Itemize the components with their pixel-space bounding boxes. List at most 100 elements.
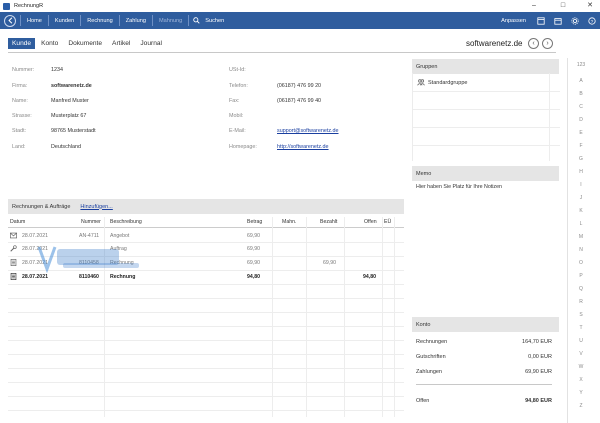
grid-line bbox=[382, 217, 383, 417]
cell-nummer: AN-4711 bbox=[79, 233, 100, 239]
help-icon[interactable]: ? bbox=[583, 12, 600, 29]
customize-button[interactable]: Anpassen bbox=[501, 18, 526, 24]
previous-customer-button[interactable]: ‹ bbox=[528, 38, 539, 49]
alpha-index-o[interactable]: O bbox=[568, 260, 594, 266]
calendar-icon[interactable] bbox=[549, 12, 566, 29]
col-bezahlt[interactable]: Bezahlt bbox=[320, 219, 337, 225]
grid-line bbox=[8, 354, 404, 355]
alpha-index-d[interactable]: D bbox=[568, 117, 594, 123]
col-eue[interactable]: EÜ bbox=[384, 219, 391, 225]
cell-bezahlt: 69,90 bbox=[323, 260, 336, 266]
alphabet-index: 123 A B C D E F G H I J K L M N O P Q R … bbox=[567, 58, 593, 423]
group-icon bbox=[417, 79, 425, 86]
homepage-link[interactable]: http://softwarenetz.de bbox=[277, 144, 329, 150]
konto-label: Gutschriften bbox=[416, 354, 446, 360]
minimize-button[interactable]: – bbox=[526, 0, 542, 12]
grid-line bbox=[413, 91, 560, 92]
grid-line bbox=[306, 217, 307, 417]
col-betrag[interactable]: Betrag bbox=[247, 219, 262, 225]
menu-item-home[interactable]: Home bbox=[25, 18, 44, 24]
tab-dokumente[interactable]: Dokumente bbox=[64, 38, 106, 49]
konto-label: Offen bbox=[416, 398, 430, 404]
field-value[interactable]: 98765 Musterstadt bbox=[51, 128, 96, 134]
field-value[interactable]: softwarenetz.de bbox=[51, 83, 92, 89]
alpha-index-g[interactable]: G bbox=[568, 156, 594, 162]
window-icon[interactable] bbox=[532, 12, 549, 29]
email-link[interactable]: support@softwarenetz.de bbox=[277, 128, 339, 134]
alpha-index-v[interactable]: V bbox=[568, 351, 594, 357]
customer-header-title: softwarenetz.de bbox=[466, 39, 523, 48]
alpha-index-z[interactable]: Z bbox=[568, 403, 594, 409]
tab-journal[interactable]: Journal bbox=[136, 38, 166, 49]
menu-item-rechnung[interactable]: Rechnung bbox=[85, 18, 115, 24]
field-mobil: Mobil: bbox=[229, 113, 277, 119]
alpha-index-s[interactable]: S bbox=[568, 312, 594, 318]
alpha-index-k[interactable]: K bbox=[568, 208, 594, 214]
field-value[interactable]: 1234 bbox=[51, 67, 63, 73]
konto-title: Konto bbox=[416, 321, 431, 328]
grid-line bbox=[413, 145, 560, 146]
search-button[interactable]: Suchen bbox=[193, 17, 226, 24]
alpha-index-y[interactable]: Y bbox=[568, 390, 594, 396]
gruppen-list: Standardgruppe bbox=[412, 73, 560, 161]
documents-title: Rechnungen & Aufträge bbox=[12, 203, 71, 210]
alpha-index-i[interactable]: I bbox=[568, 182, 594, 188]
alpha-index-n[interactable]: N bbox=[568, 247, 594, 253]
alpha-index-w[interactable]: W bbox=[568, 364, 594, 370]
alpha-index-c[interactable]: C bbox=[568, 104, 594, 110]
document-icon bbox=[10, 273, 17, 280]
menu-separator bbox=[118, 15, 120, 26]
field-value[interactable]: (06187) 476 99 20 bbox=[277, 83, 321, 89]
col-mahn[interactable]: Mahn. bbox=[282, 219, 296, 225]
field-label: Strasse: bbox=[12, 113, 32, 119]
field-value[interactable]: (06187) 476 99 40 bbox=[277, 98, 321, 104]
konto-header: Konto bbox=[412, 317, 559, 332]
alpha-index-m[interactable]: M bbox=[568, 234, 594, 240]
col-datum[interactable]: Datum bbox=[10, 219, 25, 225]
alpha-index-h[interactable]: H bbox=[568, 169, 594, 175]
memo-text[interactable]: Hier haben Sie Platz für Ihre Notizen bbox=[416, 184, 556, 190]
alpha-index-l[interactable]: L bbox=[568, 221, 594, 227]
col-nummer[interactable]: Nummer bbox=[81, 219, 101, 225]
close-button[interactable]: ✕ bbox=[582, 0, 598, 12]
alpha-index-x[interactable]: X bbox=[568, 377, 594, 383]
alpha-index-a[interactable]: A bbox=[568, 78, 594, 84]
gear-icon[interactable] bbox=[566, 12, 583, 29]
field-value[interactable]: Musterplatz 67 bbox=[51, 113, 86, 119]
alpha-index-j[interactable]: J bbox=[568, 195, 594, 201]
col-offen[interactable]: Offen bbox=[364, 219, 377, 225]
konto-row-rechnungen: Rechnungen 164,70 EUR bbox=[416, 339, 552, 345]
back-arrow-icon[interactable] bbox=[4, 14, 16, 27]
tab-kunde[interactable]: Kunde bbox=[8, 38, 36, 49]
alpha-index-u[interactable]: U bbox=[568, 338, 594, 344]
alpha-index-123[interactable]: 123 bbox=[568, 62, 594, 68]
wrench-icon bbox=[10, 245, 17, 252]
alpha-index-e[interactable]: E bbox=[568, 130, 594, 136]
alpha-index-f[interactable]: F bbox=[568, 143, 594, 149]
next-customer-button[interactable]: › bbox=[542, 38, 553, 49]
grid-line bbox=[549, 73, 550, 161]
alpha-index-q[interactable]: Q bbox=[568, 286, 594, 292]
alpha-index-r[interactable]: R bbox=[568, 299, 594, 305]
tab-artikel[interactable]: Artikel bbox=[108, 38, 134, 49]
grid-line bbox=[8, 298, 404, 299]
col-beschreibung[interactable]: Beschreibung bbox=[110, 219, 142, 225]
alpha-index-b[interactable]: B bbox=[568, 91, 594, 97]
add-document-link[interactable]: Hinzufügen... bbox=[80, 204, 112, 210]
field-label: Telefon: bbox=[229, 83, 248, 89]
maximize-button[interactable]: □ bbox=[555, 0, 571, 12]
grid-line bbox=[413, 127, 560, 128]
field-ustid: USt-Id: bbox=[229, 67, 277, 73]
menu-item-zahlung[interactable]: Zahlung bbox=[124, 18, 148, 24]
field-value[interactable]: Deutschland bbox=[51, 144, 81, 150]
documents-header: Rechnungen & Aufträge Hinzufügen... bbox=[8, 199, 404, 214]
menu-item-kunden[interactable]: Kunden bbox=[53, 18, 76, 24]
field-value[interactable]: Manfred Muster bbox=[51, 98, 89, 104]
window-titlebar: RechnungR – □ ✕ bbox=[0, 0, 600, 12]
tab-konto[interactable]: Konto bbox=[37, 38, 62, 49]
group-item[interactable]: Standardgruppe bbox=[417, 79, 467, 86]
alpha-index-p[interactable]: P bbox=[568, 273, 594, 279]
alpha-index-t[interactable]: T bbox=[568, 325, 594, 331]
grid-line bbox=[344, 217, 345, 417]
konto-value: 0,00 EUR bbox=[528, 354, 552, 360]
